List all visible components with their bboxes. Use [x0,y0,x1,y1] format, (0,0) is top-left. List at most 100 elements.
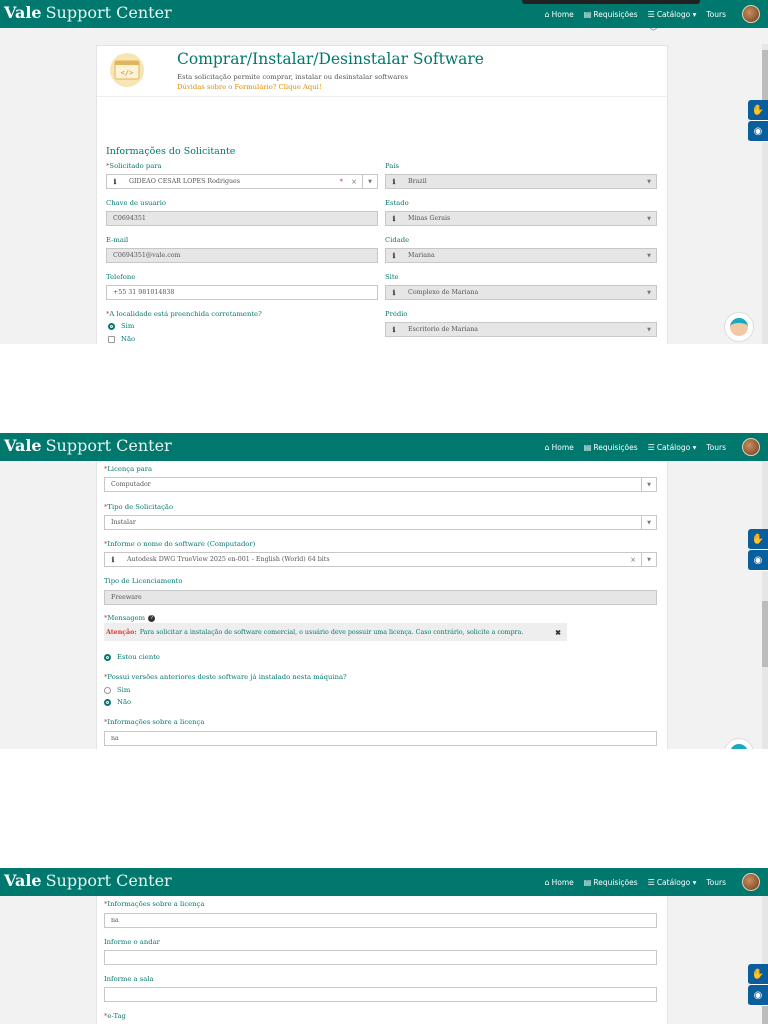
user-avatar[interactable] [742,5,760,23]
country-select[interactable]: ℹ Brazil ▼ [385,174,657,189]
home-icon: ⌂ [544,442,550,452]
etag-label: *e-Tag [104,1012,126,1020]
page-title: Comprar/Instalar/Desinstalar Software [177,50,484,68]
menu-icon: ☰ [647,442,655,452]
building-select[interactable]: ℹ Escritorio de Mariana ▼ [385,322,657,337]
eye-icon[interactable]: ◉ [748,550,768,571]
accessibility-buttons: ✋ ◉ [748,100,768,142]
top-navbar: Vale Support Center ⌂ Home ▤ Requisições ☰ C… [0,868,768,896]
nav-requests[interactable]: ▤ Requisições [584,10,638,19]
nav-tours[interactable]: Tours [706,443,726,452]
top-navbar: Vale Support Center ⌂ Home ▤ Requisições ☰ C… [0,433,768,461]
dropdown-arrow-icon[interactable]: ▼ [642,323,656,336]
scrollbar-thumb[interactable] [762,601,768,667]
radio-checked-icon [104,698,111,706]
software-code-icon: </> [110,53,144,87]
home-icon: ⌂ [544,877,550,887]
dropdown-arrow-icon[interactable]: ▼ [642,175,656,188]
requested-for-select[interactable]: ℹ GIDEÃO CESAR LOPES Rodrigues * × ▼ [106,174,378,189]
city-select[interactable]: ℹ Mariana ▼ [385,248,657,263]
message-label: *Mensagem? [104,614,156,622]
previous-yes-radio[interactable]: Sim [104,686,130,694]
accessibility-buttons: ✋ ◉ [748,529,768,571]
main-nav: ⌂ Home ▤ Requisições ☰ Catálogo ▾ Tours [545,868,760,896]
aware-radio[interactable]: Estou ciente [104,653,160,661]
svg-text:</>: </> [121,69,134,77]
screenshot-panel-2: Vale Support Center ⌂ Home ▤ Requisições ☰ C… [0,433,768,749]
info-icon: ℹ [392,251,396,260]
nav-catalog[interactable]: ☰ Catálogo ▾ [648,443,697,452]
eye-icon[interactable]: ◉ [748,985,768,1006]
location-question-label: *A localidade está preenchida corretamen… [106,310,262,318]
chevron-down-icon: ﹀ [650,28,657,36]
screenshot-panel-1: Vale Support Center ⌂ Home ▤ Requisições ☰ C… [0,0,768,344]
user-key-field: C0694351 [106,211,378,226]
license-info-field[interactable]: na [104,913,657,928]
request-type-select[interactable]: Instalar ▼ [104,515,657,530]
sign-language-icon[interactable]: ✋ [748,100,768,121]
divider [97,96,667,97]
state-label: Estado [385,199,409,207]
chatbot-avatar[interactable] [724,738,754,749]
nav-tours[interactable]: Tours [706,10,726,19]
nav-home[interactable]: ⌂ Home [545,878,574,887]
sign-language-icon[interactable]: ✋ [748,529,768,550]
sign-language-icon[interactable]: ✋ [748,964,768,985]
email-field: C0694351@vale.com [106,248,378,263]
form-header-card: </> Comprar/Instalar/Desinstalar Softwar… [96,45,668,139]
nav-catalog[interactable]: ☰ Catálogo ▾ [648,10,697,19]
accessibility-buttons: ✋ ◉ [748,964,768,1006]
screenshot-panel-3: Vale Support Center ⌂ Home ▤ Requisições ☰ C… [0,868,768,1024]
location-no-radio[interactable]: Não [108,335,135,343]
user-avatar[interactable] [742,873,760,891]
brand-logo[interactable]: Vale Support Center [4,436,172,455]
clear-icon[interactable]: × [351,178,357,186]
form-help-link[interactable]: Dúvidas sobre o Formulário? Clique Aqui! [177,83,322,91]
nav-requests[interactable]: ▤ Requisições [584,443,638,452]
info-icon: ℹ [392,288,396,297]
license-info-field[interactable]: na [104,731,657,746]
main-nav: ⌂ Home ▤ Requisições ☰ Catálogo ▾ Tours [545,433,760,461]
section-title-requester: Informações do Solicitante [106,146,236,157]
dropdown-arrow-icon[interactable]: ▼ [641,553,656,566]
nav-home[interactable]: ⌂ Home [545,10,574,19]
brand-logo[interactable]: Vale Support Center [4,871,172,890]
dropdown-arrow-icon[interactable]: ▼ [642,286,656,299]
eye-icon[interactable]: ◉ [748,121,768,142]
software-name-select[interactable]: ℹ Autodesk DWG TrueView 2025 en-001 - En… [104,552,657,567]
nav-tours[interactable]: Tours [706,878,726,887]
building-label: Prédio [385,310,408,318]
previous-no-radio[interactable]: Não [104,698,131,706]
nav-catalog[interactable]: ☰ Catálogo ▾ [648,878,697,887]
nav-home[interactable]: ⌂ Home [545,443,574,452]
main-nav: ⌂ Home ▤ Requisições ☰ Catálogo ▾ Tours [545,0,760,28]
user-avatar[interactable] [742,438,760,456]
state-select[interactable]: ℹ Minas Gerais ▼ [385,211,657,226]
location-yes-radio[interactable]: Sim [108,322,134,330]
dropdown-arrow-icon[interactable]: ▼ [362,175,377,188]
dropdown-arrow-icon[interactable]: ▼ [641,478,656,491]
dropdown-arrow-icon[interactable]: ▼ [641,516,656,529]
dropdown-arrow-icon[interactable]: ▼ [642,249,656,262]
site-label: Site [385,273,399,281]
license-for-select[interactable]: Computador ▼ [104,477,657,492]
phone-field[interactable]: +55 31 981014838 [106,285,378,300]
assistant-face-icon [730,318,748,336]
room-field[interactable] [104,987,657,1002]
clear-icon[interactable]: × [630,556,636,564]
dropdown-arrow-icon[interactable]: ▼ [642,212,656,225]
license-info-label: *Informações sobre a licença [104,900,205,908]
nav-requests[interactable]: ▤ Requisições [584,878,638,887]
page-description: Esta solicitação permite comprar, instal… [177,73,409,81]
license-alert: Atenção: Para solicitar a instalação de s… [104,623,567,641]
floor-field[interactable] [104,950,657,965]
brand-logo[interactable]: Vale Support Center [4,3,172,22]
help-icon[interactable]: ? [148,614,156,622]
menu-icon: ☰ [647,9,655,19]
list-icon: ▤ [583,442,592,452]
email-label: E-mail [106,236,129,244]
license-for-label: *Licença para [104,465,153,473]
site-select[interactable]: ℹ Complexo de Mariana ▼ [385,285,657,300]
chatbot-avatar[interactable] [724,312,754,342]
close-icon[interactable]: ✖ [555,628,561,637]
